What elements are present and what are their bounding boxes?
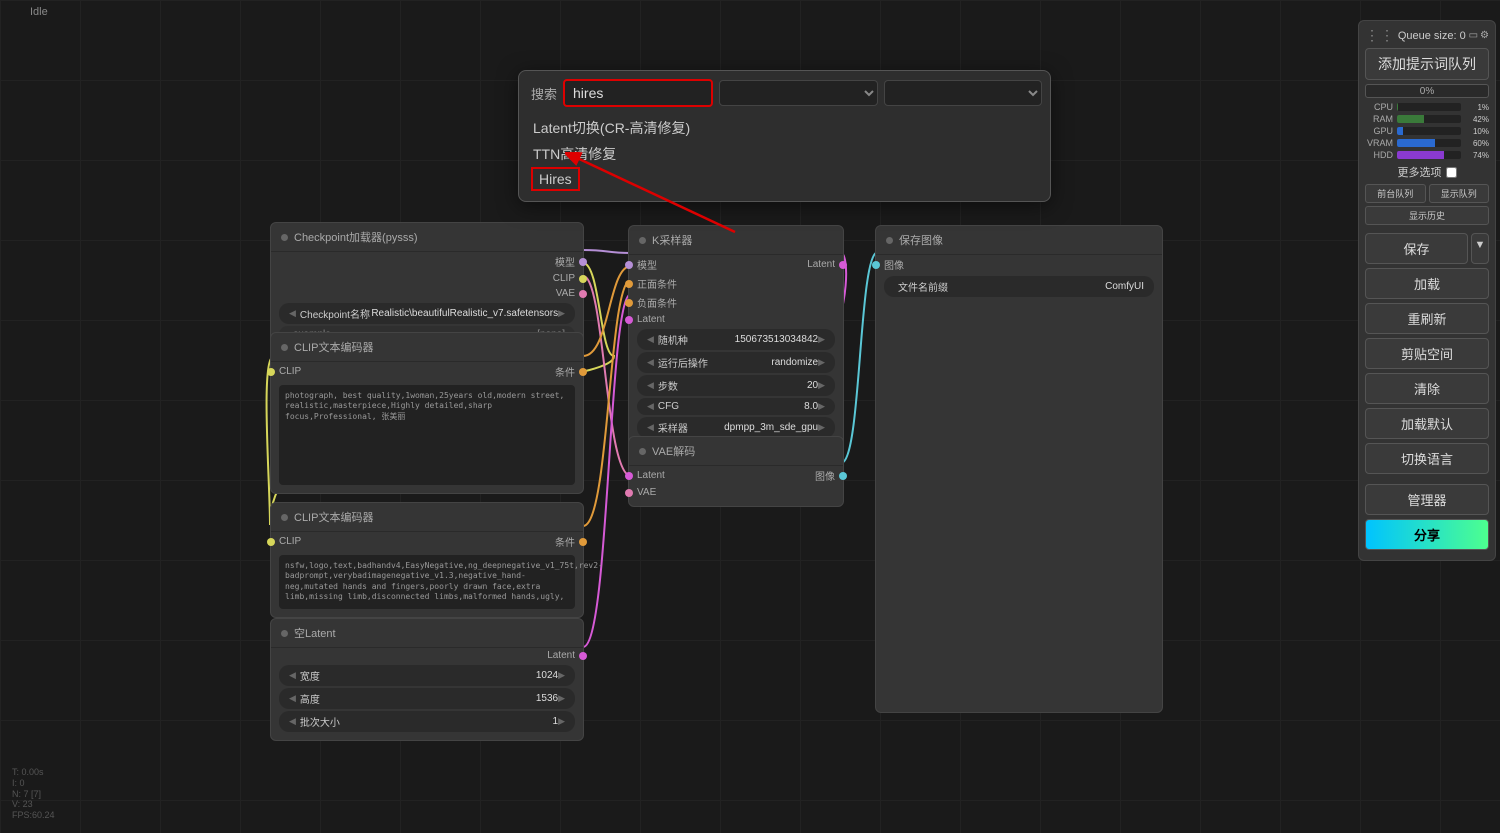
node-empty-latent[interactable]: 空Latent Latent ◀宽度1024▶ ◀高度1536▶ ◀批次大小1▶ [270, 618, 584, 741]
node-search-popup[interactable]: 搜索 Latent切换(CR-高清修复) TTN高清修复 Hires [518, 70, 1051, 202]
queue-size-label: Queue size: 0 [1398, 30, 1466, 42]
hw-bar [1397, 103, 1461, 111]
node-title: K采样器 [629, 226, 843, 255]
hw-pct: 74% [1465, 151, 1489, 160]
save-dropdown-button[interactable]: ▼ [1471, 233, 1489, 264]
show-queue-button[interactable]: 显示队列 [1429, 184, 1490, 203]
sampler-widget[interactable]: ◀采样器dpmpp_3m_sde_gpu▶ [637, 417, 835, 438]
search-result-item[interactable]: Latent切换(CR-高清修复) [531, 115, 1038, 141]
seed-widget[interactable]: ◀随机种150673513034842▶ [637, 329, 835, 350]
more-options-checkbox[interactable] [1446, 167, 1457, 178]
slot-clip-out[interactable]: CLIP [271, 271, 583, 286]
progress-bar: 0% [1365, 84, 1489, 98]
hw-pct: 10% [1465, 127, 1489, 136]
save-button[interactable]: 保存 [1365, 233, 1468, 264]
switch-language-button[interactable]: 切换语言 [1365, 443, 1489, 474]
node-clip-encode-negative[interactable]: CLIP文本编码器 CLIP 条件 nsfw,logo,text,badhand… [270, 502, 584, 618]
slot-vae-out[interactable]: VAE [271, 286, 583, 301]
slot-model-in[interactable]: 模型 [629, 255, 665, 274]
width-widget[interactable]: ◀宽度1024▶ [279, 665, 575, 686]
perf-stats: T: 0.00s I: 0 N: 7 [7] V: 23 FPS:60.24 [12, 767, 55, 821]
refresh-button[interactable]: 重刷新 [1365, 303, 1489, 334]
display-icon[interactable]: ▭ [1469, 30, 1478, 41]
search-results: Latent切换(CR-高清修复) TTN高清修复 Hires [527, 113, 1042, 193]
slot-latent-in[interactable]: Latent [629, 312, 843, 327]
drag-handle-icon[interactable]: ⋮⋮ [1365, 27, 1395, 44]
node-clip-encode-positive[interactable]: CLIP文本编码器 CLIP 条件 photograph, best quali… [270, 332, 584, 494]
positive-prompt-text[interactable]: photograph, best quality,1woman,25years … [279, 385, 575, 485]
node-vae-decode[interactable]: VAE解码 Latent 图像 VAE [628, 436, 844, 507]
slot-clip-in[interactable]: CLIP [271, 532, 309, 551]
hw-label: RAM [1365, 114, 1393, 124]
batch-widget[interactable]: ◀批次大小1▶ [279, 711, 575, 732]
node-title: 保存图像 [876, 226, 1162, 255]
hw-bar [1397, 127, 1461, 135]
negative-prompt-text[interactable]: nsfw,logo,text,badhandv4,EasyNegative,ng… [279, 555, 575, 609]
load-button[interactable]: 加载 [1365, 268, 1489, 299]
queue-prompt-button[interactable]: 添加提示词队列 [1365, 48, 1489, 80]
clipspace-button[interactable]: 剪贴空间 [1365, 338, 1489, 369]
hw-pct: 42% [1465, 115, 1489, 124]
control-widget[interactable]: ◀运行后操作randomize▶ [637, 352, 835, 373]
hw-bar [1397, 115, 1461, 123]
node-title: 空Latent [271, 619, 583, 648]
checkpoint-name-widget[interactable]: ◀Checkpoint名称Realistic\beautifulRealisti… [279, 303, 575, 324]
node-title: CLIP文本编码器 [271, 333, 583, 362]
slot-image-out[interactable]: 图像 [807, 466, 843, 485]
slot-model-out[interactable]: 模型 [271, 252, 583, 271]
cfg-widget[interactable]: ◀CFG8.0▶ [637, 398, 835, 415]
load-default-button[interactable]: 加载默认 [1365, 408, 1489, 439]
search-result-item[interactable]: TTN高清修复 [531, 141, 1038, 167]
slot-cond-out[interactable]: 条件 [547, 362, 583, 381]
show-history-button[interactable]: 显示历史 [1365, 206, 1489, 225]
hw-label: GPU [1365, 126, 1393, 136]
hw-bar [1397, 151, 1461, 159]
slot-latent-in[interactable]: Latent [629, 466, 673, 485]
hw-label: VRAM [1365, 138, 1393, 148]
clear-button[interactable]: 清除 [1365, 373, 1489, 404]
front-queue-button[interactable]: 前台队列 [1365, 184, 1426, 203]
sidebar-panel[interactable]: ⋮⋮ Queue size: 0 ▭⚙ 添加提示词队列 0% CPU 1% RAM 4… [1358, 20, 1496, 561]
filename-prefix-widget[interactable]: 文件名前缀ComfyUI [884, 276, 1154, 297]
status-idle: Idle [30, 6, 48, 18]
node-title: Checkpoint加载器(pysss) [271, 223, 583, 252]
height-widget[interactable]: ◀高度1536▶ [279, 688, 575, 709]
search-category-1[interactable] [719, 80, 878, 106]
settings-icon[interactable]: ⚙ [1480, 30, 1489, 41]
slot-latent-out[interactable]: Latent [799, 255, 843, 274]
hw-pct: 60% [1465, 139, 1489, 148]
search-label: 搜索 [527, 84, 557, 103]
slot-pos-in[interactable]: 正面条件 [629, 274, 843, 293]
hw-pct: 1% [1465, 103, 1489, 112]
more-options-label: 更多选项 [1398, 164, 1442, 180]
node-title: CLIP文本编码器 [271, 503, 583, 532]
node-title: VAE解码 [629, 437, 843, 466]
share-button[interactable]: 分享 [1365, 519, 1489, 550]
manager-button[interactable]: 管理器 [1365, 484, 1489, 515]
search-input[interactable] [563, 79, 713, 107]
slot-image-in[interactable]: 图像 [876, 255, 1162, 274]
steps-widget[interactable]: ◀步数20▶ [637, 375, 835, 396]
slot-latent-out[interactable]: Latent [271, 648, 583, 663]
hw-label: HDD [1365, 150, 1393, 160]
search-category-2[interactable] [884, 80, 1043, 106]
node-save-image[interactable]: 保存图像 图像 文件名前缀ComfyUI [875, 225, 1163, 713]
slot-vae-in[interactable]: VAE [629, 485, 843, 500]
hw-label: CPU [1365, 102, 1393, 112]
slot-clip-in[interactable]: CLIP [271, 362, 309, 381]
slot-neg-in[interactable]: 负面条件 [629, 293, 843, 312]
hw-bar [1397, 139, 1461, 147]
search-result-item-highlighted[interactable]: Hires [531, 167, 580, 191]
slot-cond-out[interactable]: 条件 [547, 532, 583, 551]
